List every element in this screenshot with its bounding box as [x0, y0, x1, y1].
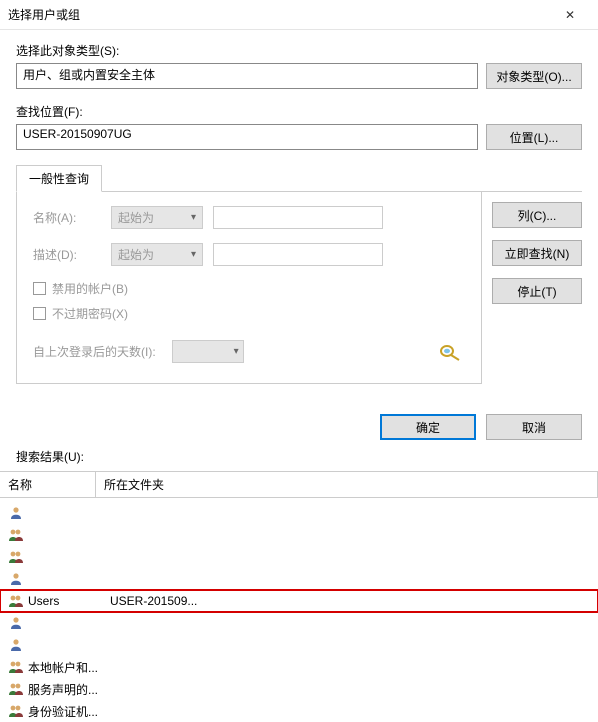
- query-side-buttons: 列(C)... 立即查找(N) 停止(T): [492, 192, 582, 384]
- find-now-button[interactable]: 立即查找(N): [492, 240, 582, 266]
- description-match-select[interactable]: 起始为 ▾: [111, 243, 203, 266]
- table-row[interactable]: [0, 612, 598, 634]
- cancel-button[interactable]: 取消: [486, 414, 582, 440]
- disabled-accounts-checkbox[interactable]: 禁用的帐户(B): [33, 280, 465, 297]
- location-input[interactable]: USER-20150907UG: [16, 124, 478, 150]
- search-icon: [437, 343, 465, 361]
- location-button[interactable]: 位置(L)...: [486, 124, 582, 150]
- name-label: 名称(A):: [33, 209, 101, 226]
- object-type-input[interactable]: 用户、组或内置安全主体: [16, 63, 478, 89]
- group-icon: [8, 703, 24, 719]
- object-type-label: 选择此对象类型(S):: [16, 42, 582, 59]
- ok-button[interactable]: 确定: [380, 414, 476, 440]
- columns-button[interactable]: 列(C)...: [492, 202, 582, 228]
- dialog-content: 选择此对象类型(S): 用户、组或内置安全主体 对象类型(O)... 查找位置(…: [0, 30, 598, 396]
- table-row[interactable]: [0, 634, 598, 656]
- checkbox-box-icon: [33, 307, 46, 320]
- chevron-down-icon: ▾: [234, 346, 239, 357]
- location-label: 查找位置(F):: [16, 103, 582, 120]
- group-icon: [8, 549, 24, 565]
- chevron-down-icon: ▾: [191, 249, 196, 260]
- tab-general-query[interactable]: 一般性查询: [16, 165, 102, 192]
- table-row[interactable]: [0, 524, 598, 546]
- results-grid: 名称 所在文件夹 Users USER-201509... 本地帐户和... 服务声明…: [0, 471, 598, 722]
- group-icon: [8, 681, 24, 697]
- results-header: 名称 所在文件夹: [0, 472, 598, 498]
- row-name: 本地帐户和...: [28, 659, 106, 676]
- stop-button[interactable]: 停止(T): [492, 278, 582, 304]
- table-row[interactable]: 服务声明的...: [0, 678, 598, 700]
- tabs: 一般性查询: [16, 164, 582, 192]
- days-since-logon-select[interactable]: ▾: [172, 340, 244, 363]
- row-name: 服务声明的...: [28, 681, 106, 698]
- window-title: 选择用户或组: [8, 6, 550, 23]
- checkbox-box-icon: [33, 282, 46, 295]
- table-row[interactable]: [0, 502, 598, 524]
- search-results-label: 搜索结果(U):: [0, 448, 598, 471]
- name-input[interactable]: [213, 206, 383, 229]
- days-since-logon-label: 自上次登录后的天数(I):: [33, 343, 156, 360]
- table-row[interactable]: 本地帐户和...: [0, 656, 598, 678]
- user-icon: [8, 505, 24, 521]
- user-icon: [8, 637, 24, 653]
- row-folder: USER-201509...: [110, 594, 590, 608]
- chevron-down-icon: ▾: [191, 212, 196, 223]
- group-icon: [8, 593, 24, 609]
- column-header-name[interactable]: 名称: [0, 472, 96, 497]
- non-expiring-password-checkbox[interactable]: 不过期密码(X): [33, 305, 465, 322]
- user-icon: [8, 615, 24, 631]
- group-icon: [8, 527, 24, 543]
- table-row[interactable]: [0, 568, 598, 590]
- table-row[interactable]: Users USER-201509...: [0, 590, 598, 612]
- close-button[interactable]: ✕: [550, 0, 590, 29]
- table-row[interactable]: 身份验证机...: [0, 700, 598, 722]
- description-label: 描述(D):: [33, 246, 101, 263]
- description-input[interactable]: [213, 243, 383, 266]
- table-row[interactable]: [0, 546, 598, 568]
- user-icon: [8, 571, 24, 587]
- column-header-folder[interactable]: 所在文件夹: [96, 472, 598, 497]
- name-match-select[interactable]: 起始为 ▾: [111, 206, 203, 229]
- query-panel: 名称(A): 起始为 ▾ 描述(D): 起始为 ▾ 禁用的帐户(B): [16, 192, 482, 384]
- query-area: 名称(A): 起始为 ▾ 描述(D): 起始为 ▾ 禁用的帐户(B): [16, 192, 582, 384]
- row-name: 身份验证机...: [28, 703, 106, 720]
- group-icon: [8, 659, 24, 675]
- close-icon: ✕: [565, 8, 575, 22]
- title-bar: 选择用户或组 ✕: [0, 0, 598, 30]
- object-type-button[interactable]: 对象类型(O)...: [486, 63, 582, 89]
- results-rows: Users USER-201509... 本地帐户和... 服务声明的... 身份验证机…: [0, 498, 598, 722]
- row-name: Users: [28, 594, 106, 608]
- dialog-buttons: 确定 取消: [0, 396, 598, 448]
